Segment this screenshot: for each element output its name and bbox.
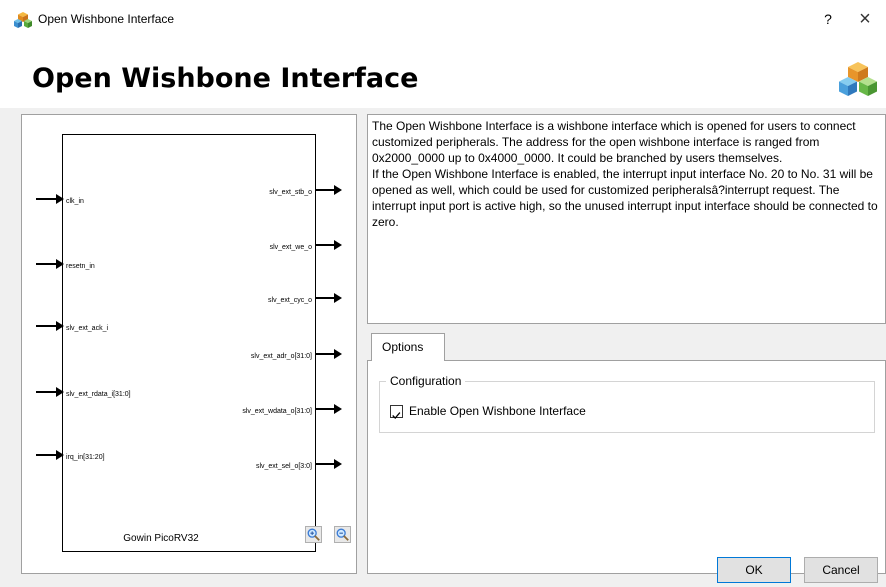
ok-button[interactable]: OK	[717, 557, 791, 583]
pin-label-cyc-o: slv_ext_cyc_o	[268, 297, 312, 304]
enable-wishbone-label[interactable]: Enable Open Wishbone Interface	[409, 403, 586, 419]
pin-label-resetn-in: resetn_in	[66, 263, 95, 270]
pin-label-stb-o: slv_ext_stb_o	[269, 189, 312, 196]
header: Open Wishbone Interface	[0, 40, 886, 108]
description-text: The Open Wishbone Interface is a wishbon…	[372, 119, 878, 229]
pin-label-rdata-i: slv_ext_rdata_i[31:0]	[66, 391, 131, 398]
pin-label-we-o: slv_ext_we_o	[269, 244, 312, 251]
pin-label-clk-in: clk_in	[66, 198, 84, 205]
cancel-button[interactable]: Cancel	[804, 557, 878, 583]
page-title: Open Wishbone Interface	[32, 63, 419, 94]
pin-label-sel-o: slv_ext_sel_o[3:0]	[255, 463, 312, 470]
title-bar: Open Wishbone Interface ? ×	[0, 0, 886, 40]
configuration-group-title: Configuration	[386, 373, 466, 389]
cubes-icon	[839, 62, 877, 96]
pin-label-irq-in: irq_in[31:20]	[66, 454, 105, 461]
zoom-in-icon	[307, 528, 320, 541]
window-title: Open Wishbone Interface	[38, 12, 175, 26]
pin-label-adr-o: slv_ext_adr_o[31:0]	[250, 353, 312, 360]
pin-label-wdata-o: slv_ext_wdata_o[31:0]	[242, 408, 312, 415]
pin-label-ack-i: slv_ext_ack_i	[66, 325, 109, 332]
chip-name-label: Gowin PicoRV32	[123, 533, 199, 544]
help-button[interactable]: ?	[818, 8, 838, 30]
tab-options[interactable]: Options	[371, 333, 445, 361]
zoom-out-icon	[336, 528, 349, 541]
zoom-in-button[interactable]	[305, 526, 322, 543]
app-cubes-icon	[14, 12, 32, 28]
zoom-out-button[interactable]	[334, 526, 351, 543]
close-button[interactable]: ×	[852, 6, 878, 32]
enable-wishbone-checkbox[interactable]	[390, 405, 403, 419]
checkmark-icon	[392, 412, 401, 419]
